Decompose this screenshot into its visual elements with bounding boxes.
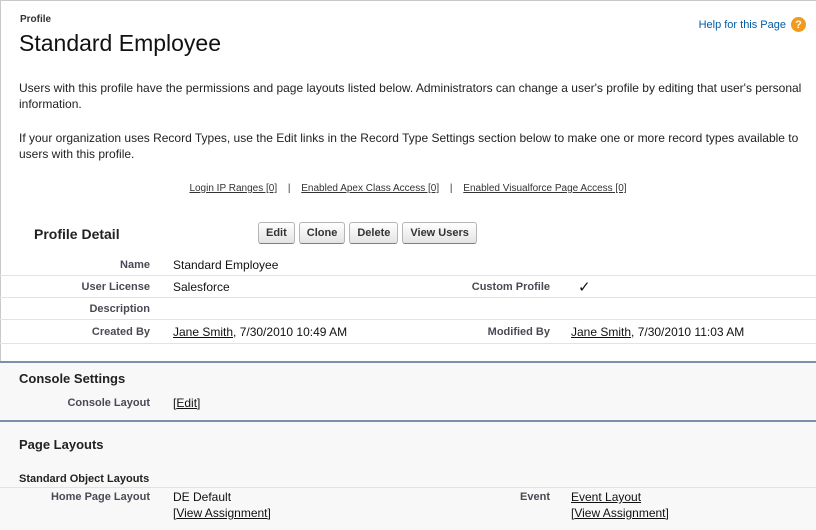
console-layout-label: Console Layout — [67, 397, 150, 409]
view-users-button[interactable]: View Users — [402, 222, 477, 244]
quick-links: Login IP Ranges [0] | Enabled Apex Class… — [0, 183, 816, 194]
home-view-assignment-link[interactable]: View Assignment — [176, 506, 267, 520]
apex-class-access-link[interactable]: Enabled Apex Class Access [0] — [301, 183, 439, 194]
modified-by-value: Jane Smith, 7/30/2010 11:03 AM — [571, 325, 744, 339]
profile-detail-heading: Profile Detail — [34, 226, 120, 242]
detail-row-license: User License Salesforce Custom Profile ✓ — [0, 276, 816, 298]
edit-button[interactable]: Edit — [258, 222, 295, 244]
detail-row-description: Description — [0, 298, 816, 320]
event-view-assignment: [View Assignment] — [571, 506, 669, 520]
event-layout-value: Event Layout — [571, 490, 641, 504]
event-layout-link[interactable]: Event Layout — [571, 490, 641, 504]
event-label: Event — [520, 491, 550, 503]
home-view-assignment: [View Assignment] — [173, 506, 271, 520]
login-ip-ranges-link[interactable]: Login IP Ranges [0] — [189, 183, 277, 194]
question-icon[interactable]: ? — [791, 17, 806, 32]
user-license-value: Salesforce — [173, 280, 230, 294]
description-label: Description — [89, 303, 150, 315]
bracket-close: ] — [197, 396, 201, 410]
bracket-close: ] — [267, 506, 271, 520]
home-page-layout-label: Home Page Layout — [50, 491, 150, 503]
page-layouts-heading: Page Layouts — [19, 437, 104, 452]
detail-row-name: Name Standard Employee — [0, 254, 816, 276]
modified-by-label: Modified By — [487, 326, 550, 338]
bracket-close: ] — [665, 506, 669, 520]
row-divider — [0, 487, 816, 488]
checkmark-icon: ✓ — [578, 279, 591, 296]
modified-by-user-link[interactable]: Jane Smith — [571, 325, 631, 339]
detail-row-created: Created By Jane Smith, 7/30/2010 10:49 A… — [0, 320, 816, 344]
delete-button[interactable]: Delete — [349, 222, 399, 244]
link-separator: | — [287, 183, 291, 194]
standard-object-layouts-heading: Standard Object Layouts — [19, 473, 150, 485]
user-license-label: User License — [81, 281, 150, 293]
home-page-layout-value: DE Default — [173, 490, 232, 504]
console-layout-edit-link[interactable]: Edit — [176, 396, 197, 410]
name-value: Standard Employee — [173, 258, 279, 272]
modified-by-date: , 7/30/2010 11:03 AM — [631, 325, 745, 339]
intro-paragraph-2: If your organization uses Record Types, … — [19, 131, 799, 161]
created-by-date: , 7/30/2010 10:49 AM — [233, 325, 348, 339]
page-title: Standard Employee — [19, 30, 222, 56]
console-layout-edit: [Edit] — [173, 396, 200, 410]
breadcrumb: Profile — [20, 14, 52, 25]
help-for-page[interactable]: Help for this Page ? — [699, 17, 806, 32]
created-by-label: Created By — [91, 326, 150, 338]
created-by-value: Jane Smith, 7/30/2010 10:49 AM — [173, 325, 347, 339]
link-separator: | — [449, 183, 453, 194]
event-view-assignment-link[interactable]: View Assignment — [574, 506, 665, 520]
custom-profile-label: Custom Profile — [471, 281, 550, 293]
created-by-user-link[interactable]: Jane Smith — [173, 325, 233, 339]
help-link[interactable]: Help for this Page — [699, 19, 786, 31]
profile-detail-buttons: Edit Clone Delete View Users — [258, 222, 477, 244]
console-settings-heading: Console Settings — [19, 371, 126, 386]
name-label: Name — [120, 259, 150, 271]
intro-paragraph-1: Users with this profile have the permiss… — [19, 81, 802, 111]
visualforce-page-access-link[interactable]: Enabled Visualforce Page Access [0] — [463, 183, 626, 194]
clone-button[interactable]: Clone — [298, 222, 346, 244]
